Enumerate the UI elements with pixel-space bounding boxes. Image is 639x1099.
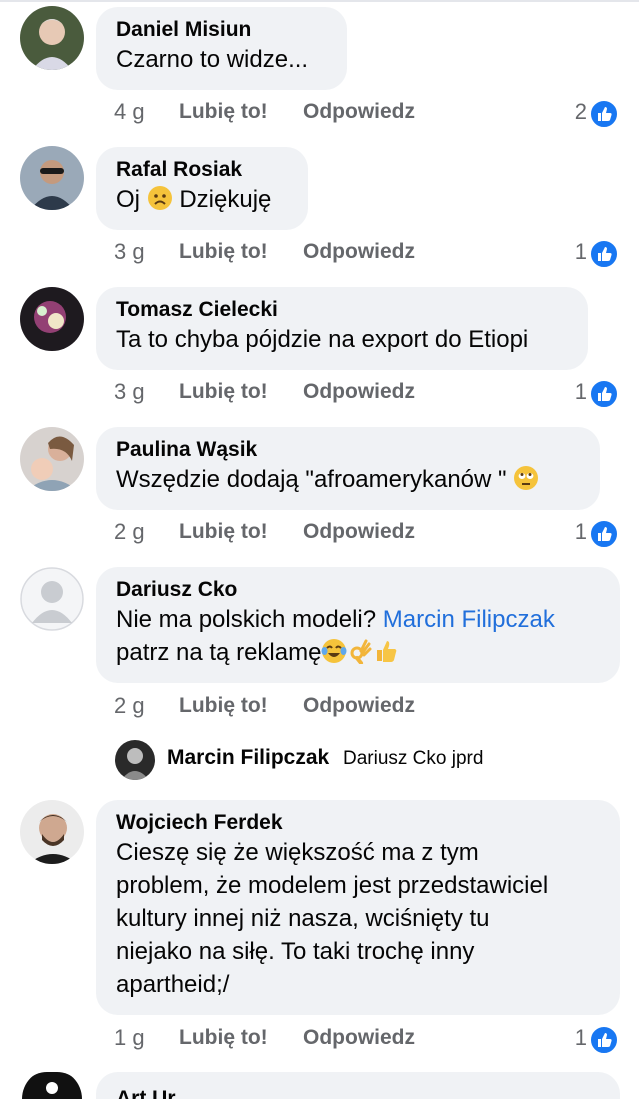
frowning-face-icon bbox=[147, 185, 173, 220]
comment-bubble: Tomasz Cielecki Ta to chyba pójdzie na e… bbox=[96, 287, 588, 370]
comment-text: Czarno to widze... bbox=[116, 46, 309, 73]
reaction-count: 1 bbox=[574, 519, 587, 544]
reply-button[interactable]: Odpowiedz bbox=[303, 98, 415, 126]
reply-button[interactable]: Odpowiedz bbox=[303, 518, 415, 546]
comment-actions: 4 g Lubię to! Odpowiedz bbox=[114, 98, 444, 126]
ok-hand-icon bbox=[347, 638, 373, 673]
comment-age[interactable]: 2 g bbox=[114, 692, 145, 720]
comment-author[interactable]: Art Ur bbox=[116, 1086, 600, 1099]
comment-text-part: Nie ma polskich modeli? bbox=[116, 606, 377, 633]
avatar[interactable] bbox=[20, 800, 84, 864]
comment-author[interactable]: Daniel Misiun bbox=[116, 17, 327, 43]
like-button[interactable]: Lubię to! bbox=[179, 1024, 268, 1052]
comment-actions: 1 g Lubię to! Odpowiedz bbox=[114, 1024, 444, 1052]
avatar[interactable] bbox=[20, 567, 84, 631]
reply-button[interactable]: Odpowiedz bbox=[303, 238, 415, 266]
comment-bubble: Wojciech Ferdek Cieszę się że większość … bbox=[96, 800, 620, 1015]
like-reaction-icon bbox=[589, 1025, 619, 1055]
comment-text: Ta to chyba pójdzie na export do Etiopi bbox=[116, 326, 529, 353]
top-divider bbox=[0, 0, 639, 2]
comment-author[interactable]: Paulina Wąsik bbox=[116, 437, 580, 463]
comment-age[interactable]: 1 g bbox=[114, 1024, 145, 1052]
comment-text-part: patrz na tą reklamę bbox=[116, 639, 322, 666]
comment-text-line: kultury innej niż nasza, wciśnięty tu bbox=[116, 905, 490, 932]
comment-text: Oj Dziękuję bbox=[116, 183, 288, 220]
like-reaction-icon bbox=[589, 239, 619, 269]
reply-button[interactable]: Odpowiedz bbox=[303, 378, 415, 406]
avatar[interactable] bbox=[20, 1072, 84, 1099]
reaction-summary[interactable]: 1 bbox=[559, 378, 619, 409]
comment-actions: 2 g Lubię to! Odpowiedz bbox=[114, 518, 444, 546]
reaction-count: 1 bbox=[574, 239, 587, 264]
like-reaction-icon bbox=[589, 379, 619, 409]
comment-author[interactable]: Dariusz Cko bbox=[116, 577, 600, 603]
comment-actions: 3 g Lubię to! Odpowiedz bbox=[114, 238, 444, 266]
comment-text-part: Dziękuję bbox=[179, 186, 272, 213]
reply-author[interactable]: Marcin Filipczak bbox=[167, 746, 329, 770]
avatar[interactable] bbox=[20, 287, 84, 351]
comment-text-line: apartheid;/ bbox=[116, 971, 230, 998]
reply-text: Dariusz Cko jprd bbox=[343, 748, 484, 769]
reaction-count: 2 bbox=[574, 99, 587, 124]
face-with-tears-of-joy-icon bbox=[321, 638, 347, 673]
comment-age[interactable]: 2 g bbox=[114, 518, 145, 546]
comment-text: Nie ma polskich modeli? Marcin Filipczak bbox=[116, 603, 600, 636]
comment-bubble: Daniel Misiun Czarno to widze... bbox=[96, 7, 347, 90]
thumbs-up-icon bbox=[373, 638, 399, 673]
comment-text: Wszędzie dodają "afroamerykanów " bbox=[116, 463, 580, 500]
like-reaction-icon bbox=[589, 519, 619, 549]
comment-bubble: Paulina Wąsik Wszędzie dodają "afroamery… bbox=[96, 427, 600, 510]
comment-age[interactable]: 3 g bbox=[114, 378, 145, 406]
like-button[interactable]: Lubię to! bbox=[179, 692, 268, 720]
mention-link[interactable]: Marcin Filipczak bbox=[383, 606, 555, 633]
face-with-rolling-eyes-icon bbox=[513, 465, 539, 500]
reply-button[interactable]: Odpowiedz bbox=[303, 1024, 415, 1052]
reaction-count: 1 bbox=[574, 379, 587, 404]
comment-age[interactable]: 4 g bbox=[114, 98, 145, 126]
like-button[interactable]: Lubię to! bbox=[179, 518, 268, 546]
comment-author[interactable]: Rafal Rosiak bbox=[116, 157, 288, 183]
reaction-count: 1 bbox=[574, 1025, 587, 1050]
comment-actions: 2 g Lubię to! Odpowiedz bbox=[114, 692, 444, 720]
comment-age[interactable]: 3 g bbox=[114, 238, 145, 266]
comment-actions: 3 g Lubię to! Odpowiedz bbox=[114, 378, 444, 406]
avatar[interactable] bbox=[20, 427, 84, 491]
reaction-summary[interactable]: 2 bbox=[559, 98, 619, 129]
avatar[interactable] bbox=[115, 740, 155, 780]
avatar[interactable] bbox=[20, 146, 84, 210]
comment-text-part: Wszędzie dodają "afroamerykanów " bbox=[116, 466, 507, 493]
comment-author[interactable]: Tomasz Cielecki bbox=[116, 297, 568, 323]
comment-author[interactable]: Wojciech Ferdek bbox=[116, 810, 600, 836]
avatar[interactable] bbox=[20, 6, 84, 70]
comment-bubble: Dariusz Cko Nie ma polskich modeli? Marc… bbox=[96, 567, 620, 683]
comment-text-part: Oj bbox=[116, 186, 140, 213]
reaction-summary[interactable]: 1 bbox=[559, 238, 619, 269]
comment-text-line: Cieszę się że większość ma z tym bbox=[116, 839, 479, 866]
reply-button[interactable]: Odpowiedz bbox=[303, 692, 415, 720]
reaction-summary[interactable]: 1 bbox=[559, 1024, 619, 1055]
comment-text-line: problem, że modelem jest przedstawiciel bbox=[116, 872, 549, 899]
reaction-summary[interactable]: 1 bbox=[559, 518, 619, 549]
comment-text-line: niejako na siłę. To taki trochę inny bbox=[116, 938, 475, 965]
comment-text-line: patrz na tą reklamę bbox=[116, 636, 600, 673]
like-button[interactable]: Lubię to! bbox=[179, 238, 268, 266]
comment-bubble: Art Ur bbox=[96, 1072, 620, 1099]
like-button[interactable]: Lubię to! bbox=[179, 98, 268, 126]
like-button[interactable]: Lubię to! bbox=[179, 378, 268, 406]
like-reaction-icon bbox=[589, 99, 619, 129]
comment-bubble: Rafal Rosiak Oj Dziękuję bbox=[96, 147, 308, 230]
